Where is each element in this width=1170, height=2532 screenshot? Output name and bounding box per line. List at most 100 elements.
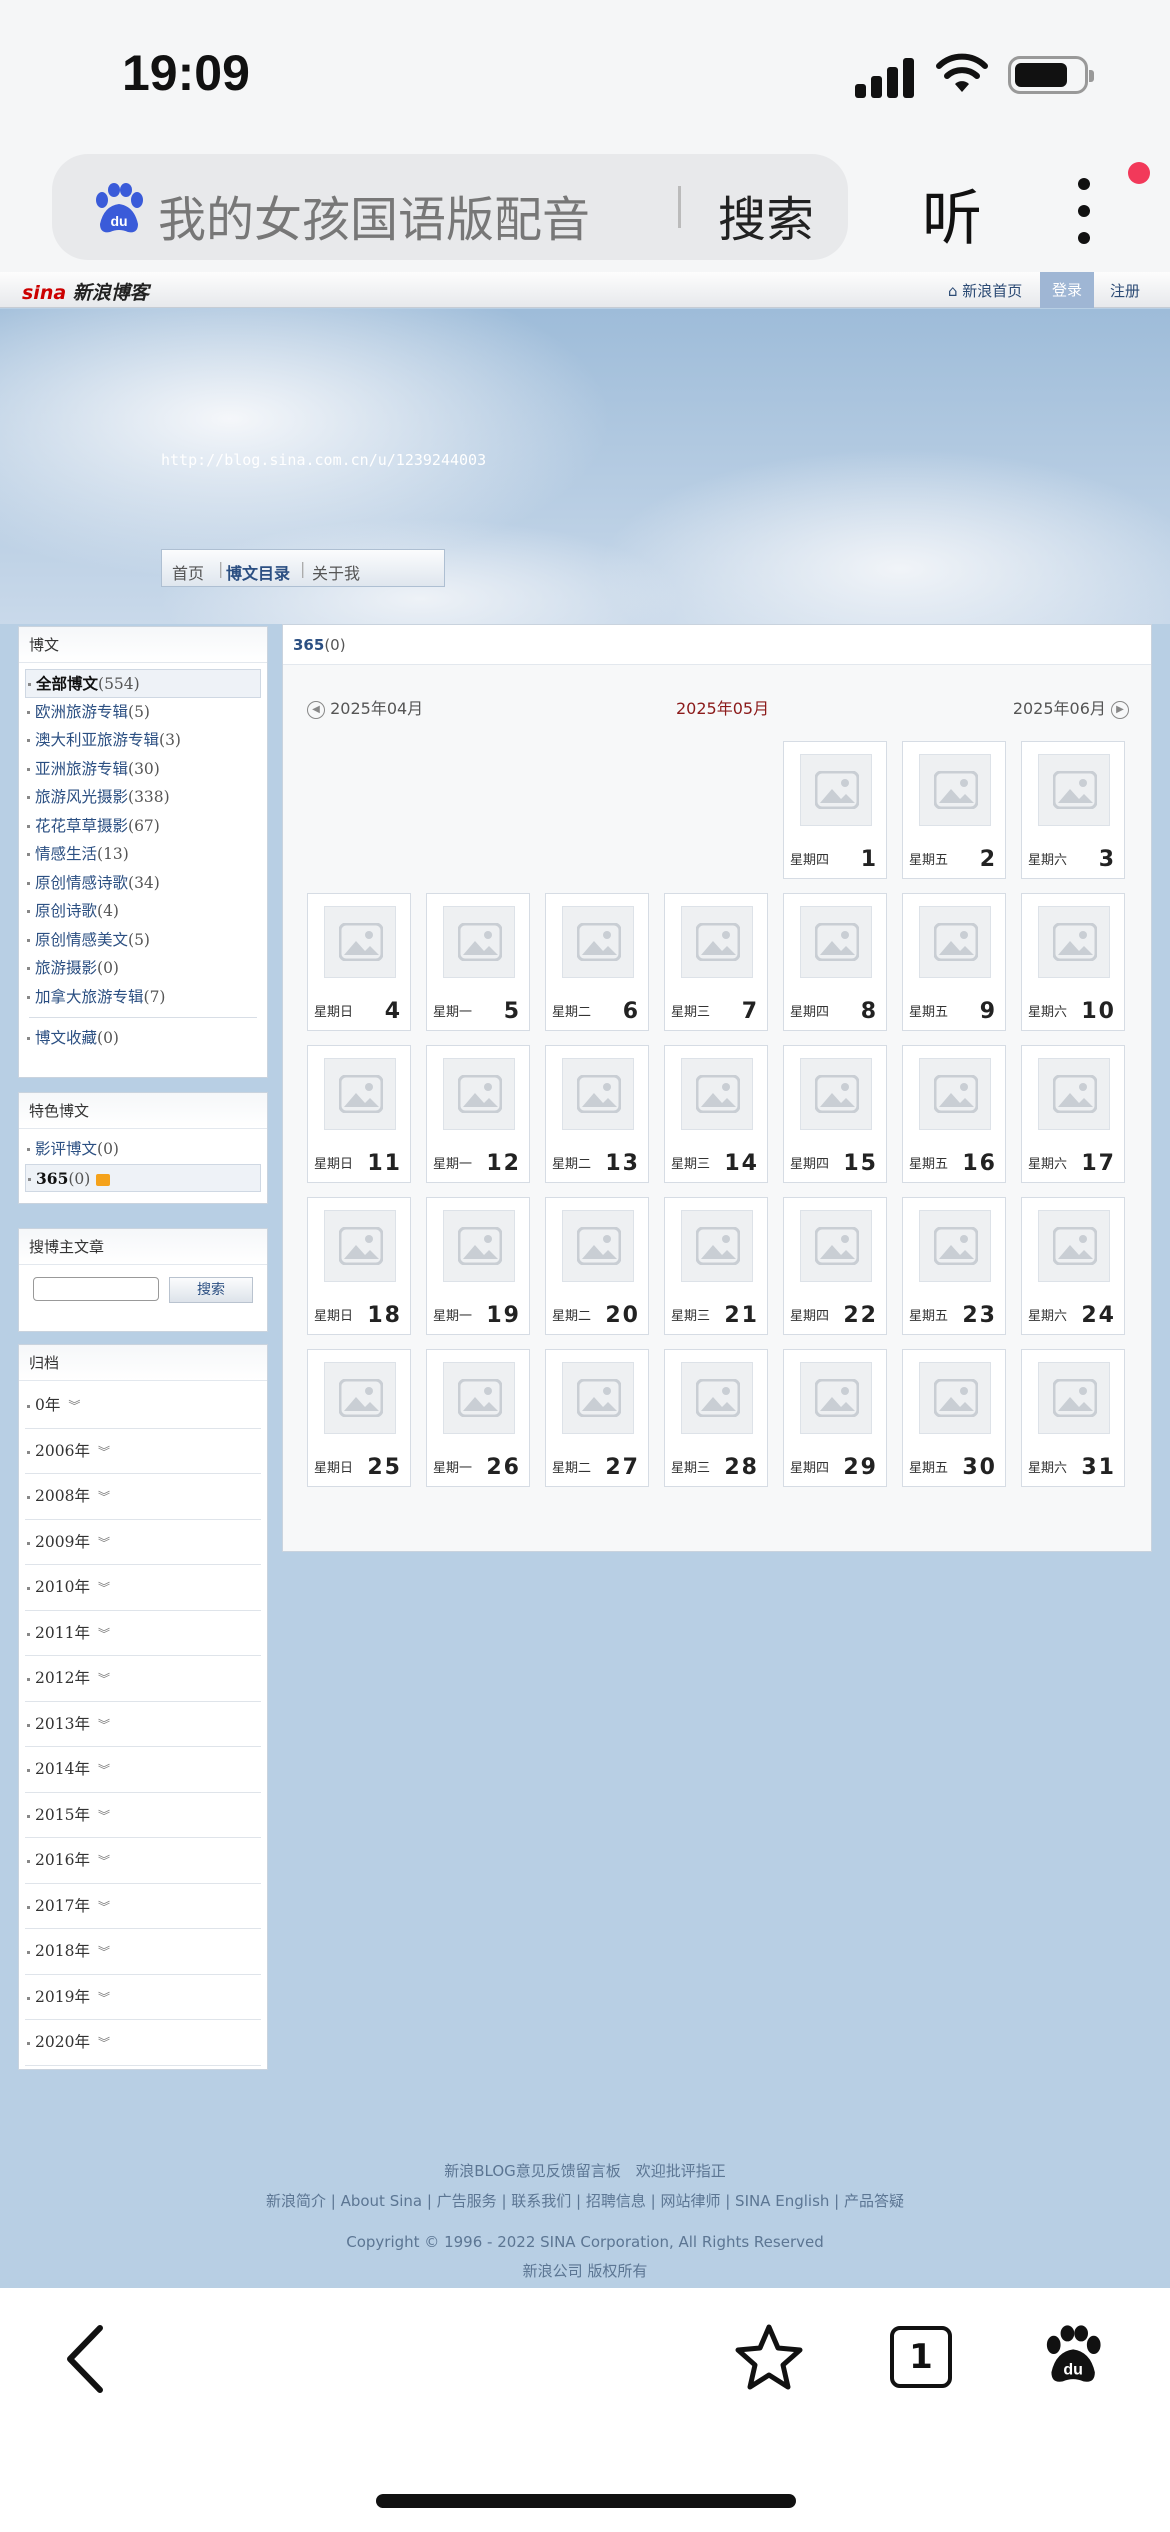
category-item[interactable]: 澳大利亚旅游专辑(3)	[25, 726, 261, 755]
back-arrow-icon[interactable]	[62, 2324, 112, 2394]
baidu-home-icon[interactable]: du	[1040, 2322, 1104, 2386]
login-button[interactable]: 登录	[1040, 272, 1094, 308]
prev-month-link[interactable]: ◀ 2025年04月	[307, 695, 423, 719]
calendar-day-cell[interactable]: 星期四 22	[783, 1197, 887, 1335]
featured-item-365[interactable]: 365(0)	[25, 1163, 261, 1192]
chevron-down-icon[interactable]: ︾	[98, 1991, 110, 2005]
calendar-day-cell[interactable]: 星期三 28	[664, 1349, 768, 1487]
chevron-down-icon[interactable]: ︾	[98, 1490, 110, 1504]
archive-item[interactable]: 2013年 ︾	[25, 1702, 261, 1747]
calendar-day-cell[interactable]: 星期日 4	[307, 893, 411, 1031]
more-menu-icon[interactable]	[1078, 178, 1092, 259]
archive-item[interactable]: 2016年 ︾	[25, 1838, 261, 1884]
archive-item[interactable]: 2008年 ︾	[25, 1474, 261, 1520]
calendar-day-cell[interactable]: 星期三 21	[664, 1197, 768, 1335]
chevron-down-icon[interactable]: ︾	[98, 1809, 110, 1823]
calendar-day-cell[interactable]: 星期五 16	[902, 1045, 1006, 1183]
calendar-day-cell[interactable]: 星期四 29	[783, 1349, 887, 1487]
category-item[interactable]: 亚洲旅游专辑(30)	[25, 755, 261, 784]
archive-item[interactable]: 2014年 ︾	[25, 1747, 261, 1793]
archive-item[interactable]: 2019年 ︾	[25, 1975, 261, 2020]
archive-item[interactable]: 2009年 ︾	[25, 1520, 261, 1565]
calendar-day-cell[interactable]: 星期二 27	[545, 1349, 649, 1487]
chevron-down-icon[interactable]: ︾	[98, 1672, 110, 1686]
archive-item[interactable]: 2010年 ︾	[25, 1565, 261, 1611]
chevron-down-icon[interactable]: ︾	[98, 1627, 110, 1641]
calendar-day-cell[interactable]: 星期六 24	[1021, 1197, 1125, 1335]
tab-blog-directory[interactable]: 博文目录	[226, 560, 290, 584]
calendar-day-cell[interactable]: 星期二 13	[545, 1045, 649, 1183]
calendar-day-cell[interactable]: 星期日 25	[307, 1349, 411, 1487]
calendar-day-cell[interactable]: 星期六 31	[1021, 1349, 1125, 1487]
calendar-day-cell[interactable]: 星期四 15	[783, 1045, 887, 1183]
category-item[interactable]: 旅游风光摄影(338)	[25, 783, 261, 812]
calendar-day-cell[interactable]: 星期日 11	[307, 1045, 411, 1183]
chevron-down-icon[interactable]: ︾	[98, 1854, 110, 1868]
calendar-day-cell[interactable]: 星期二 20	[545, 1197, 649, 1335]
listen-button[interactable]: 听	[922, 170, 982, 257]
blog-search-input[interactable]	[33, 1277, 159, 1301]
archive-item[interactable]: 2011年 ︾	[25, 1611, 261, 1656]
calendar-day-cell[interactable]: 星期一 12	[426, 1045, 530, 1183]
category-item[interactable]: 原创情感诗歌(34)	[25, 869, 261, 898]
chevron-down-icon[interactable]: ︾	[98, 1900, 110, 1914]
calendar-day-cell[interactable]: 星期三 14	[664, 1045, 768, 1183]
category-item[interactable]: 原创情感美文(5)	[25, 926, 261, 955]
register-link[interactable]: 注册	[1110, 280, 1140, 301]
calendar-day-cell[interactable]: 星期日 18	[307, 1197, 411, 1335]
search-button[interactable]: 搜索	[718, 180, 814, 250]
sina-blog-logo[interactable]: sina 新浪博客	[22, 278, 149, 305]
archive-item[interactable]: 2015年 ︾	[25, 1793, 261, 1838]
bookmark-star-icon[interactable]	[734, 2322, 804, 2392]
tabs-count-button[interactable]: 1	[890, 2326, 952, 2388]
archive-item[interactable]: 0年 ︾	[25, 1383, 261, 1429]
blog-url[interactable]: http://blog.sina.com.cn/u/1239244003	[161, 451, 486, 469]
calendar-day-cell[interactable]: 星期五 30	[902, 1349, 1006, 1487]
blog-search-button[interactable]: 搜索	[169, 1277, 253, 1303]
chevron-down-icon[interactable]: ︾	[98, 2036, 110, 2050]
search-query[interactable]: 我的女孩国语版配音	[158, 180, 590, 250]
calendar-day-cell[interactable]: 星期六 17	[1021, 1045, 1125, 1183]
calendar-day-cell[interactable]: 星期一 26	[426, 1349, 530, 1487]
search-box[interactable]: du 我的女孩国语版配音 搜索	[52, 154, 848, 260]
chevron-down-icon[interactable]: ︾	[98, 1445, 110, 1459]
archive-item[interactable]: 2006年 ︾	[25, 1429, 261, 1474]
chevron-down-icon[interactable]: ︾	[98, 1718, 110, 1732]
tab-about-me[interactable]: 关于我	[312, 560, 360, 584]
calendar-day-cell[interactable]: 星期五 23	[902, 1197, 1006, 1335]
rss-icon[interactable]	[96, 1173, 111, 1186]
footer-links[interactable]: 新浪简介 | About Sina | 广告服务 | 联系我们 | 招聘信息 |…	[0, 2190, 1170, 2211]
calendar-day-cell[interactable]: 星期四 1	[783, 741, 887, 879]
footer-feedback[interactable]: 新浪BLOG意见反馈留言板 欢迎批评指正	[0, 2160, 1170, 2181]
calendar-day-cell[interactable]: 星期一 19	[426, 1197, 530, 1335]
category-item[interactable]: 旅游摄影(0)	[25, 954, 261, 983]
calendar-day-cell[interactable]: 星期四 8	[783, 893, 887, 1031]
tab-home[interactable]: 首页	[172, 560, 204, 584]
calendar-day-cell[interactable]: 星期六 10	[1021, 893, 1125, 1031]
chevron-down-icon[interactable]: ︾	[98, 1763, 110, 1777]
category-item[interactable]: 欧洲旅游专辑(5)	[25, 698, 261, 727]
calendar-day-cell[interactable]: 星期三 7	[664, 893, 768, 1031]
category-item[interactable]: 原创诗歌(4)	[25, 897, 261, 926]
sina-home-link[interactable]: ⌂ 新浪首页	[948, 280, 1022, 301]
next-month-link[interactable]: 2025年06月 ▶	[1013, 695, 1129, 719]
calendar-day-cell[interactable]: 星期五 2	[902, 741, 1006, 879]
category-item[interactable]: 情感生活(13)	[25, 840, 261, 869]
archive-item[interactable]: 2017年 ︾	[25, 1884, 261, 1929]
calendar-day-cell[interactable]: 星期一 5	[426, 893, 530, 1031]
category-item[interactable]: 加拿大旅游专辑(7)	[25, 983, 261, 1012]
archive-item[interactable]: 2018年 ︾	[25, 1929, 261, 1975]
chevron-down-icon[interactable]: ︾	[98, 1945, 110, 1959]
category-item[interactable]: 全部博文(554)	[25, 669, 261, 698]
archive-item[interactable]: 2020年 ︾	[25, 2020, 261, 2066]
collection-item[interactable]: 博文收藏(0)	[25, 1024, 261, 1053]
category-item[interactable]: 花花草草摄影(67)	[25, 812, 261, 841]
calendar-day-cell[interactable]: 星期六 3	[1021, 741, 1125, 879]
calendar-day-cell[interactable]: 星期五 9	[902, 893, 1006, 1031]
calendar-day-cell[interactable]: 星期二 6	[545, 893, 649, 1031]
archive-item[interactable]: 2012年 ︾	[25, 1656, 261, 1702]
featured-item-film[interactable]: 影评博文(0)	[25, 1135, 261, 1164]
chevron-down-icon[interactable]: ︾	[68, 1399, 80, 1413]
chevron-down-icon[interactable]: ︾	[98, 1536, 110, 1550]
chevron-down-icon[interactable]: ︾	[98, 1581, 110, 1595]
